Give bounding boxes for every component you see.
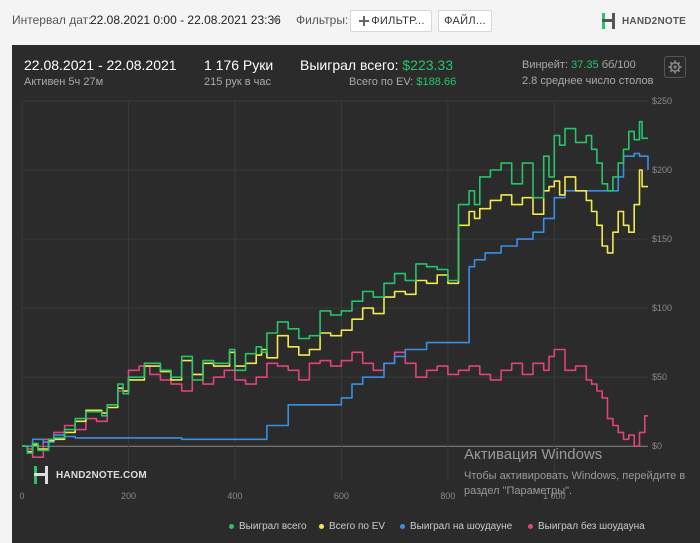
chevron-down-icon[interactable]: [272, 18, 280, 23]
interval-label: Интервал дат:: [12, 13, 92, 27]
legend-label: Всего по EV: [329, 520, 386, 532]
legend-label: Выиграл на шоудауне: [410, 520, 513, 532]
x-tick-label: 400: [227, 491, 242, 501]
y-tick-label: $0: [652, 441, 662, 451]
x-tick-label: 800: [440, 491, 455, 501]
legend-item-won[interactable]: Выиграл всего: [229, 519, 307, 533]
plus-icon: [359, 16, 369, 26]
filter-button[interactable]: ФИЛЬТР...: [350, 10, 432, 32]
legend-dot: [528, 523, 533, 529]
activation-watermark-line2: раздел "Параметры".: [464, 485, 573, 497]
profit-chart[interactable]: $0$50$100$150$200$2500 200 400 600 800 1 000: [12, 45, 700, 515]
legend-label: Выиграл без шоудауна: [538, 520, 645, 532]
activation-watermark-line1: Чтобы активировать Windows, перейдите в: [464, 470, 686, 482]
legend-item-no-showdown[interactable]: Выиграл без шоудауна: [528, 519, 645, 533]
y-tick-label: $200: [652, 165, 672, 175]
x-tick-label: 600: [334, 491, 349, 501]
filter-button-label: ФИЛЬТР...: [371, 15, 425, 27]
y-tick-label: $150: [652, 234, 672, 244]
chart-logo: HAND2NOTE.COM: [32, 465, 147, 485]
filters-label: Фильтры:: [296, 13, 349, 27]
hand2note-logo-icon: [34, 466, 48, 484]
graph-panel: 22.08.2021 - 22.08.2021 Активен 5ч 27м 1…: [12, 45, 700, 543]
legend-item-showdown[interactable]: Выиграл на шоудауне: [400, 519, 512, 533]
file-button[interactable]: ФАЙЛ...: [438, 10, 492, 32]
y-tick-label: $250: [652, 96, 672, 106]
x-tick-label: 0: [19, 491, 24, 501]
y-tick-label: $50: [652, 372, 667, 382]
x-tick-label: 200: [121, 491, 136, 501]
legend-dot: [319, 523, 324, 529]
brand-name: HAND2NOTE: [622, 15, 687, 27]
legend-item-ev[interactable]: Всего по EV: [319, 519, 385, 533]
legend-label: Выиграл всего: [239, 520, 307, 532]
toolbar: Интервал дат: 22.08.2021 0:00 - 22.08.20…: [0, 0, 700, 42]
y-tick-label: $100: [652, 303, 672, 313]
legend-dot: [400, 523, 405, 529]
legend-dot: [229, 523, 234, 529]
interval-dropdown[interactable]: 22.08.2021 0:00 - 22.08.2021 23:36: [90, 13, 281, 27]
chart-logo-text: HAND2NOTE.COM: [56, 469, 147, 481]
activation-watermark-title: Активация Windows: [464, 446, 603, 463]
hand2note-logo-icon: [602, 13, 615, 29]
file-button-label: ФАЙЛ...: [444, 15, 486, 27]
brand-logo: HAND2NOTE: [600, 11, 686, 31]
